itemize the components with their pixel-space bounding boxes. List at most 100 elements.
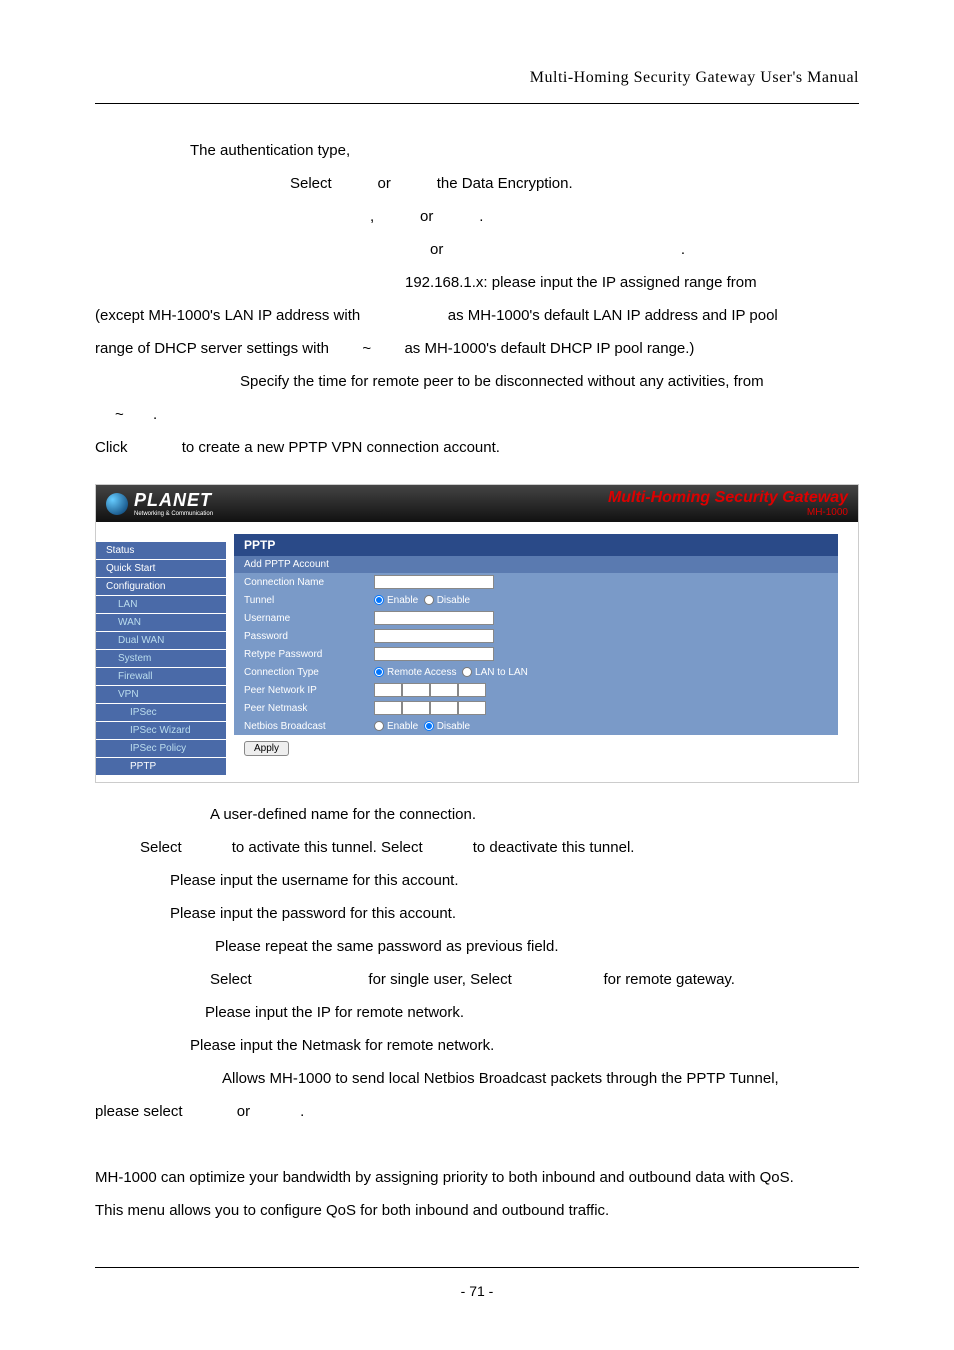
t: ~ bbox=[362, 340, 371, 357]
brand-sub: Networking & Communication bbox=[134, 511, 213, 517]
t: Enable bbox=[387, 721, 418, 732]
ss-main: PPTP Add PPTP Account Connection Name Tu… bbox=[226, 522, 858, 782]
label: Peer Netmask bbox=[244, 703, 374, 714]
page-header: Multi-Homing Security Gateway User's Man… bbox=[95, 60, 859, 104]
label: Tunnel bbox=[244, 595, 374, 606]
row-tunnel: Tunnel Enable Disable bbox=[234, 591, 838, 609]
tunnel-enable-radio[interactable] bbox=[374, 595, 384, 605]
t: as MH-1000's default LAN IP address and … bbox=[448, 307, 778, 324]
nav-lan[interactable]: LAN bbox=[96, 596, 226, 613]
intro-l6: (except MH-1000's LAN IP address with as… bbox=[95, 299, 859, 332]
label: Peer Network IP bbox=[244, 685, 374, 696]
netbios-disable-radio[interactable] bbox=[424, 721, 434, 731]
nav-ipsec-policy[interactable]: IPSec Policy bbox=[96, 740, 226, 757]
peer-ip-2[interactable] bbox=[402, 683, 430, 697]
label: Connection Name bbox=[244, 577, 374, 588]
intro-l1: The authentication type, bbox=[95, 134, 859, 167]
nav-ipsec-wizard[interactable]: IPSec Wizard bbox=[96, 722, 226, 739]
d5: Please repeat the same password as previ… bbox=[95, 930, 859, 963]
desc-block: A user-defined name for the connection. … bbox=[95, 798, 859, 1227]
t: please select bbox=[95, 1103, 183, 1120]
t: . bbox=[479, 208, 483, 225]
logo-icon bbox=[106, 493, 128, 515]
nav-ipsec[interactable]: IPSec bbox=[96, 704, 226, 721]
peer-nm-1[interactable] bbox=[374, 701, 402, 715]
t: Click bbox=[95, 439, 128, 456]
row-connection-name: Connection Name bbox=[234, 573, 838, 591]
panel-title: PPTP bbox=[234, 534, 838, 556]
d9: Allows MH-1000 to send local Netbios Bro… bbox=[95, 1062, 859, 1095]
nav-wan[interactable]: WAN bbox=[96, 614, 226, 631]
row-retype: Retype Password bbox=[234, 645, 838, 663]
nav-firewall[interactable]: Firewall bbox=[96, 668, 226, 685]
d3: Please input the username for this accou… bbox=[95, 864, 859, 897]
panel-subtitle: Add PPTP Account bbox=[234, 556, 838, 573]
label: Retype Password bbox=[244, 649, 374, 660]
ss-nav: Status Quick Start Configuration LAN WAN… bbox=[96, 522, 226, 782]
ss-title-text: Multi-Homing Security Gateway bbox=[608, 489, 848, 507]
t: Disable bbox=[437, 721, 470, 732]
t: LAN to LAN bbox=[475, 667, 528, 678]
nav-system[interactable]: System bbox=[96, 650, 226, 667]
t: Select bbox=[140, 839, 182, 856]
t: to create a new PPTP VPN connection acco… bbox=[182, 439, 500, 456]
t: the Data Encryption. bbox=[437, 175, 573, 192]
t: or bbox=[237, 1103, 250, 1120]
t: . bbox=[681, 241, 685, 258]
intro-l7: range of DHCP server settings with ~ as … bbox=[95, 332, 859, 365]
pptp-form: Connection Name Tunnel Enable Disable Us… bbox=[234, 573, 838, 735]
row-conn-type: Connection Type Remote Access LAN to LAN bbox=[234, 663, 838, 681]
ss-model: MH-1000 bbox=[608, 507, 848, 518]
peer-nm-4[interactable] bbox=[458, 701, 486, 715]
d2: Select to activate this tunnel. Select t… bbox=[95, 831, 859, 864]
t: range of DHCP server settings with bbox=[95, 340, 329, 357]
router-screenshot: PLANET Networking & Communication Multi-… bbox=[95, 484, 859, 783]
username-input[interactable] bbox=[374, 611, 494, 625]
nav-config[interactable]: Configuration bbox=[96, 578, 226, 595]
intro-l8: Specify the time for remote peer to be d… bbox=[95, 365, 859, 398]
t: ~ bbox=[115, 406, 124, 423]
nav-status[interactable]: Status bbox=[96, 542, 226, 559]
password-input[interactable] bbox=[374, 629, 494, 643]
t: as MH-1000's default DHCP IP pool range.… bbox=[404, 340, 694, 357]
row-password: Password bbox=[234, 627, 838, 645]
peer-ip-3[interactable] bbox=[430, 683, 458, 697]
t: Remote Access bbox=[387, 667, 456, 678]
apply-button[interactable]: Apply bbox=[244, 741, 289, 756]
t: or bbox=[430, 241, 443, 258]
peer-nm-3[interactable] bbox=[430, 701, 458, 715]
label: Password bbox=[244, 631, 374, 642]
intro-l2: Select or the Data Encryption. bbox=[95, 167, 859, 200]
row-netbios: Netbios Broadcast Enable Disable bbox=[234, 717, 838, 735]
lan-to-lan-radio[interactable] bbox=[462, 667, 472, 677]
d4: Please input the password for this accou… bbox=[95, 897, 859, 930]
brand-text: PLANET bbox=[134, 490, 213, 511]
intro-l5: 192.168.1.x: please input the IP assigne… bbox=[95, 266, 859, 299]
remote-access-radio[interactable] bbox=[374, 667, 384, 677]
row-peer-netmask: Peer Netmask bbox=[234, 699, 838, 717]
nav-quickstart[interactable]: Quick Start bbox=[96, 560, 226, 577]
peer-ip-1[interactable] bbox=[374, 683, 402, 697]
nav-pptp[interactable]: PPTP bbox=[96, 758, 226, 775]
retype-password-input[interactable] bbox=[374, 647, 494, 661]
netbios-enable-radio[interactable] bbox=[374, 721, 384, 731]
t: Select bbox=[210, 971, 252, 988]
peer-nm-2[interactable] bbox=[402, 701, 430, 715]
intro-l3: , or . bbox=[95, 200, 859, 233]
tunnel-disable-radio[interactable] bbox=[424, 595, 434, 605]
nav-vpn[interactable]: VPN bbox=[96, 686, 226, 703]
row-username: Username bbox=[234, 609, 838, 627]
brand-logo: PLANET Networking & Communication bbox=[106, 490, 213, 517]
label: Netbios Broadcast bbox=[244, 721, 374, 732]
t: Enable bbox=[387, 595, 418, 606]
t: . bbox=[153, 406, 157, 423]
t: for single user, Select bbox=[368, 971, 511, 988]
t: or bbox=[420, 208, 433, 225]
t: Select bbox=[290, 175, 332, 192]
d10: please select or . bbox=[95, 1095, 859, 1128]
peer-ip-4[interactable] bbox=[458, 683, 486, 697]
nav-dualwan[interactable]: Dual WAN bbox=[96, 632, 226, 649]
connection-name-input[interactable] bbox=[374, 575, 494, 589]
t: or bbox=[378, 175, 391, 192]
intro-l9: ~ . bbox=[95, 398, 859, 431]
